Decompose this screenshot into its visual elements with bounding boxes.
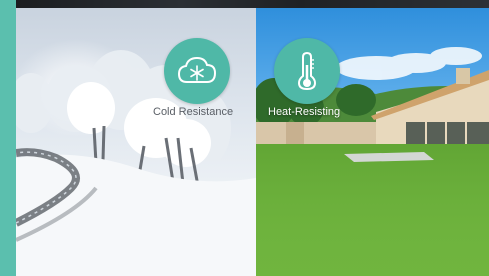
cloud-snowflake-icon [177, 56, 217, 83]
heat-resisting-panel: Heat-Resisting [256, 8, 489, 276]
cold-resistance-panel: Cold Resistance [16, 8, 256, 276]
top-strip [16, 0, 489, 8]
feature-banner: Cold Resistance Heat-Resisting [0, 0, 489, 276]
thermometer-icon [297, 51, 317, 91]
cloud-snowflake-icon-badge [164, 38, 230, 104]
thermometer-icon-badge [274, 38, 340, 104]
heat-resisting-label: Heat-Resisting [268, 106, 341, 118]
cold-resistance-label: Cold Resistance [153, 106, 234, 118]
